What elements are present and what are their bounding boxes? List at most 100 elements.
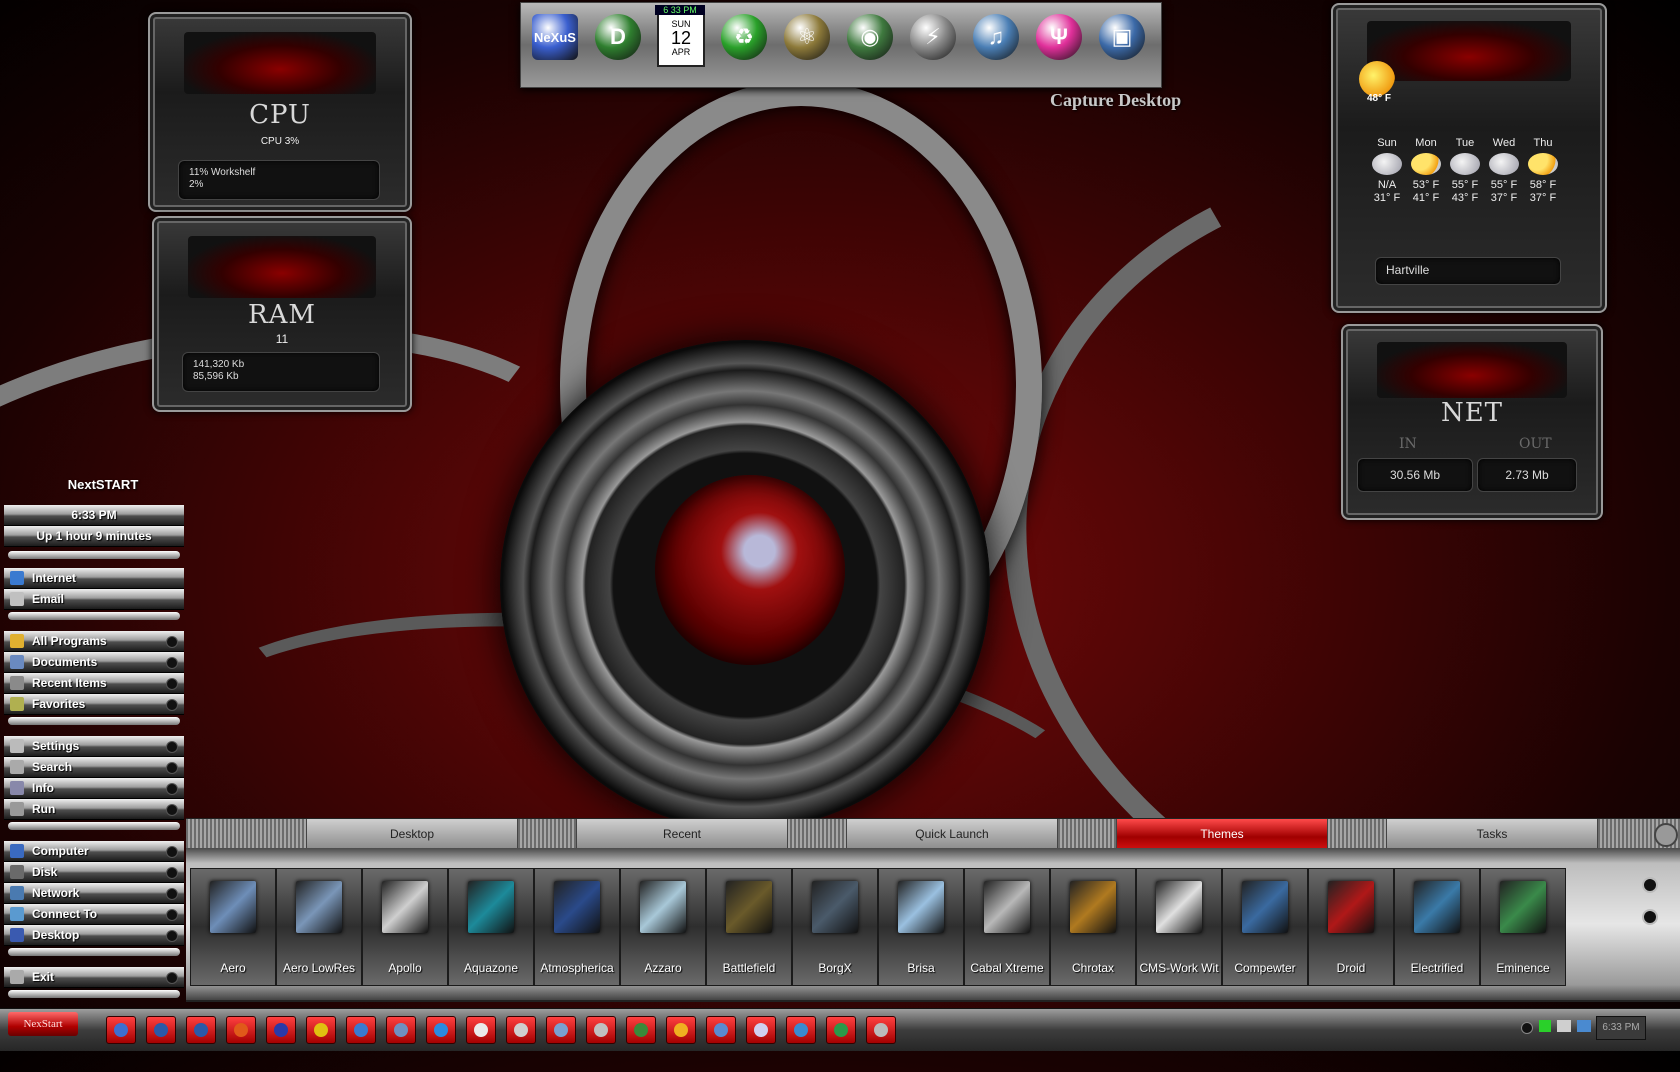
globe-launcher[interactable]: ◉ [842, 9, 898, 65]
taskbar-app-button[interactable] [146, 1016, 176, 1044]
nextstart-item-info[interactable]: Info [4, 778, 184, 799]
nextstart-item-desktop[interactable]: Desktop [4, 925, 184, 946]
shelf-close-icon[interactable] [1654, 823, 1678, 847]
tray-network-icon[interactable] [1577, 1020, 1591, 1032]
nextstart-item-search[interactable]: Search [4, 757, 184, 778]
calendar-icon: 6 33 PM SUN 12 APR [655, 5, 705, 67]
taskbar-app-button[interactable] [546, 1016, 576, 1044]
submenu-arrow-icon [166, 678, 178, 690]
theme-item[interactable]: Compewter [1222, 868, 1308, 986]
theme-item[interactable]: Azzaro [620, 868, 706, 986]
nextstart-item-disk[interactable]: Disk [4, 862, 184, 883]
tab-desktop[interactable]: Desktop [306, 819, 518, 849]
theme-item[interactable]: BorgX [792, 868, 878, 986]
taskbar-app-button[interactable] [426, 1016, 456, 1044]
theme-item[interactable]: Aquazone [448, 868, 534, 986]
theme-item[interactable]: CMS-Work Wit [1136, 868, 1222, 986]
nextstart-item-recent-items[interactable]: Recent Items [4, 673, 184, 694]
taskbar-app-button[interactable] [866, 1016, 896, 1044]
nextstart-item-favorites[interactable]: Favorites [4, 694, 184, 715]
capture-desktop-label[interactable]: Capture Desktop [1050, 90, 1181, 111]
theme-item[interactable]: Eminence [1480, 868, 1566, 986]
taskbar-app-button[interactable] [186, 1016, 216, 1044]
theme-item[interactable]: Battlefield [706, 868, 792, 986]
taskbar-app-button[interactable] [786, 1016, 816, 1044]
taskbar-clock[interactable]: 6:33 PM [1596, 1016, 1646, 1040]
nextstart-item-label: Search [32, 760, 73, 774]
tab-themes[interactable]: Themes [1116, 819, 1328, 849]
theme-item[interactable]: Droid [1308, 868, 1394, 986]
nextstart-item-exit[interactable]: Exit [4, 967, 184, 988]
nextstart-item-all-programs[interactable]: All Programs [4, 631, 184, 652]
taskbar-app-button[interactable] [266, 1016, 296, 1044]
recycle-bin-launcher[interactable]: ♻ [716, 9, 772, 65]
taskbar-app-button[interactable] [666, 1016, 696, 1044]
theme-item[interactable]: Chrotax [1050, 868, 1136, 986]
taskbar-app-button[interactable] [226, 1016, 256, 1044]
ram-gadget[interactable]: RAM 11 141,320 Kb 85,596 Kb [152, 216, 412, 412]
taskbar-app-button[interactable] [106, 1016, 136, 1044]
pink-orb-launcher[interactable]: Ψ [1031, 9, 1087, 65]
taskbar-app-button[interactable] [626, 1016, 656, 1044]
weather-location[interactable]: Hartville [1375, 257, 1561, 285]
tab-quick-launch[interactable]: Quick Launch [846, 819, 1058, 849]
nextstart-item-settings[interactable]: Settings [4, 736, 184, 757]
theme-item[interactable]: Cabal Xtreme [964, 868, 1050, 986]
taskbar-app-button[interactable] [746, 1016, 776, 1044]
nexus-launcher[interactable]: NeXuS [527, 9, 583, 65]
camera-launcher[interactable]: ▣ [1094, 9, 1150, 65]
app-icon [514, 1023, 528, 1037]
tab-tasks[interactable]: Tasks [1386, 819, 1598, 849]
cpu-gadget[interactable]: CPU CPU 3% 11% Workshelf 2% [148, 12, 412, 212]
desktop-icon [10, 928, 24, 942]
weather-day-label: Thu [1533, 137, 1553, 149]
net-out-box: 2.73 Mb [1477, 458, 1577, 492]
taskbar-app-button[interactable] [506, 1016, 536, 1044]
taskbar-app-button[interactable] [386, 1016, 416, 1044]
submenu-arrow-icon [166, 930, 178, 942]
calendar-launcher[interactable]: 6 33 PM SUN 12 APR [653, 5, 709, 67]
taskbar-app-button[interactable] [306, 1016, 336, 1044]
tray-record-icon[interactable] [1521, 1022, 1533, 1034]
theme-thumbnail [382, 881, 428, 933]
dexpot-launcher[interactable]: D [590, 9, 646, 65]
weather-day-high: N/A [1377, 179, 1397, 191]
music-disc-launcher[interactable]: ♫ [968, 9, 1024, 65]
nextstart-item-connect-to[interactable]: Connect To [4, 904, 184, 925]
start-button[interactable]: NexStart [8, 1012, 78, 1036]
nextstart-uptime: Up 1 hour 9 minutes [36, 529, 152, 543]
nextstart-item-network[interactable]: Network [4, 883, 184, 904]
ram-details: 141,320 Kb 85,596 Kb [182, 352, 380, 392]
taskbar-app-button[interactable] [466, 1016, 496, 1044]
system-tray [1505, 1014, 1675, 1042]
weather-day-label: Sun [1377, 137, 1397, 149]
theme-thumbnail [640, 881, 686, 933]
atom-launcher[interactable]: ⚛ [779, 9, 835, 65]
lightning-launcher[interactable]: ⚡ [905, 9, 961, 65]
net-gadget[interactable]: NET IN OUT 30.56 Mb 2.73 Mb [1341, 324, 1603, 520]
taskbar-app-button[interactable] [706, 1016, 736, 1044]
tray-printer-icon[interactable] [1557, 1020, 1571, 1032]
weather-gadget[interactable]: 48° F Hartville Sun N/A 31° F Mon 53° F 41° F… [1331, 3, 1607, 313]
taskbar-app-button[interactable] [346, 1016, 376, 1044]
shelf-scroll-up-button[interactable] [1642, 877, 1658, 893]
theme-item[interactable]: Aero LowRes [276, 868, 362, 986]
nextstart-item-documents[interactable]: Documents [4, 652, 184, 673]
taskbar-app-button[interactable] [586, 1016, 616, 1044]
app-icon [554, 1023, 568, 1037]
shelf-scroll-down-button[interactable] [1642, 909, 1658, 925]
taskbar-app-button[interactable] [826, 1016, 856, 1044]
nextstart-item-run[interactable]: Run [4, 799, 184, 820]
nextstart-item-internet[interactable]: Internet [4, 568, 184, 589]
nextstart-uptime-row: Up 1 hour 9 minutes [4, 526, 184, 547]
tray-green-icon[interactable] [1539, 1020, 1551, 1032]
exit-icon [10, 970, 24, 984]
nextstart-item-computer[interactable]: Computer [4, 841, 184, 862]
tab-recent[interactable]: Recent [576, 819, 788, 849]
theme-item[interactable]: Atmospherica [534, 868, 620, 986]
nextstart-item-email[interactable]: Email [4, 589, 184, 610]
theme-item[interactable]: Electrified [1394, 868, 1480, 986]
theme-item[interactable]: Apollo [362, 868, 448, 986]
theme-item[interactable]: Brisa [878, 868, 964, 986]
theme-item[interactable]: Aero [190, 868, 276, 986]
